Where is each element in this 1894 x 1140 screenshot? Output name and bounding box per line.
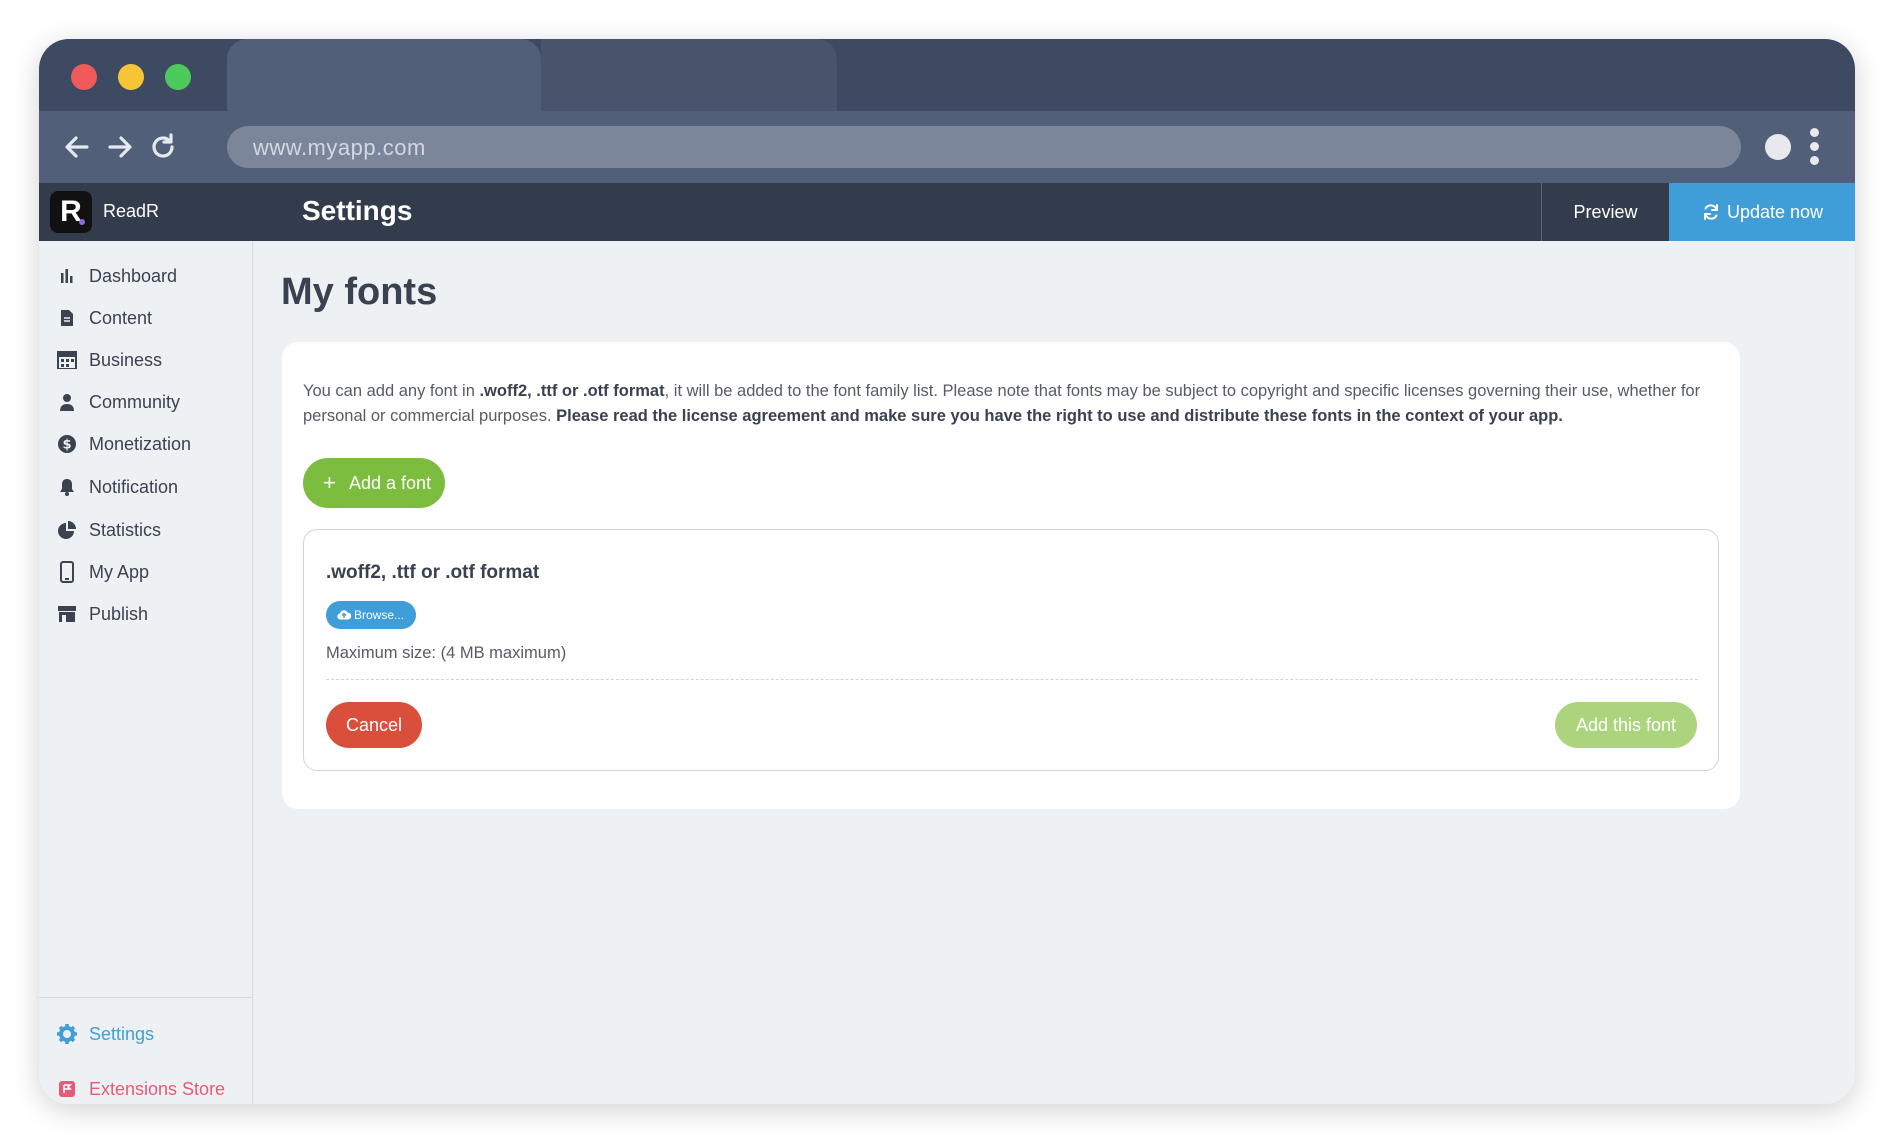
- browser-titlebar: [39, 39, 1855, 111]
- add-this-font-button[interactable]: Add this font: [1555, 702, 1697, 748]
- max-size-hint: Maximum size: (4 MB maximum): [326, 644, 567, 662]
- app-header: R ReadR Settings Preview Update now: [39, 183, 1855, 241]
- sidebar-item-label: Business: [89, 349, 163, 370]
- upload-format-title: .woff2, .ttf or .otf format: [326, 562, 540, 583]
- user-icon: [57, 392, 77, 412]
- sidebar-item-label: Statistics: [89, 519, 162, 540]
- sidebar-item-statistics[interactable]: Statistics: [57, 515, 161, 545]
- update-now-button[interactable]: Update now: [1669, 183, 1855, 241]
- logo-dot: [79, 219, 85, 225]
- update-now-label: Update now: [1726, 202, 1824, 222]
- sidebar-item-extensions-store[interactable]: Extensions Store: [57, 1074, 225, 1104]
- fonts-card: You can add any font in .woff2, .ttf or …: [282, 342, 1740, 809]
- browser-toolbar: www.myapp.com: [39, 111, 1855, 183]
- sidebar-item-label: Community: [89, 391, 181, 412]
- section-title: Settings: [302, 195, 413, 226]
- font-upload-panel: .woff2, .ttf or .otf format Browse... Ma…: [303, 529, 1719, 771]
- close-window-button[interactable]: [71, 64, 97, 90]
- storefront-icon: [57, 350, 77, 370]
- pie-chart-icon: [57, 520, 77, 540]
- sidebar-item-business[interactable]: Business: [57, 345, 162, 375]
- browse-button[interactable]: Browse...: [326, 601, 416, 629]
- bell-icon: [57, 477, 77, 497]
- sidebar-item-label: Monetization: [89, 433, 192, 454]
- sidebar-item-notification[interactable]: Notification: [57, 472, 178, 502]
- sidebar-item-label: Dashboard: [89, 265, 178, 286]
- sidebar-item-label: Publish: [89, 603, 149, 624]
- sidebar-item-publish[interactable]: Publish: [57, 599, 148, 629]
- sidebar: Dashboard Content Business Community $ M…: [39, 241, 253, 1104]
- document-icon: [57, 308, 77, 328]
- sidebar-item-my-app[interactable]: My App: [57, 557, 149, 587]
- cloud-upload-icon: [337, 610, 351, 620]
- sidebar-item-dashboard[interactable]: Dashboard: [57, 261, 177, 291]
- sidebar-item-label: Notification: [89, 476, 179, 497]
- cancel-button[interactable]: Cancel: [326, 702, 422, 748]
- sidebar-item-label: Content: [89, 307, 153, 328]
- extension-icon: [57, 1079, 77, 1099]
- browser-tab-active[interactable]: [227, 39, 541, 111]
- phone-icon: [57, 561, 77, 583]
- sidebar-item-community[interactable]: Community: [57, 387, 180, 417]
- desc-bold-license: Please read the license agreement and ma…: [556, 407, 1563, 425]
- maximize-window-button[interactable]: [165, 64, 191, 90]
- gear-icon: [57, 1024, 77, 1044]
- sidebar-item-label: Settings: [89, 1023, 155, 1044]
- svg-text:$: $: [62, 438, 71, 453]
- desc-text-1: You can add any font in: [303, 382, 480, 400]
- sidebar-item-label: My App: [89, 561, 150, 582]
- browser-tab[interactable]: [541, 39, 837, 111]
- sidebar-item-label: Extensions Store: [89, 1078, 226, 1099]
- url-text: www.myapp.com: [253, 135, 426, 160]
- desc-bold-format: .woff2, .ttf or .otf format: [479, 382, 665, 400]
- sidebar-item-monetization[interactable]: $ Monetization: [57, 429, 191, 459]
- sidebar-divider: [39, 997, 252, 998]
- reload-icon[interactable]: [145, 129, 181, 165]
- profile-avatar[interactable]: [1765, 134, 1791, 160]
- plus-icon: +: [323, 470, 336, 495]
- fonts-description: You can add any font in .woff2, .ttf or …: [303, 379, 1723, 429]
- minimize-window-button[interactable]: [118, 64, 144, 90]
- brand-name: ReadR: [103, 201, 160, 221]
- bar-chart-icon: [57, 266, 77, 286]
- back-arrow-icon[interactable]: [59, 129, 95, 165]
- dashed-divider: [326, 679, 1698, 680]
- dollar-icon: $: [57, 434, 77, 454]
- preview-button[interactable]: Preview: [1541, 183, 1669, 241]
- add-a-font-label: Add a font: [349, 473, 432, 493]
- sidebar-item-settings[interactable]: Settings: [57, 1019, 154, 1049]
- store-icon: [57, 604, 77, 624]
- sidebar-item-content[interactable]: Content: [57, 303, 152, 333]
- add-a-font-button[interactable]: + Add a font: [303, 458, 445, 508]
- app-logo[interactable]: R: [50, 191, 92, 233]
- browse-label: Browse...: [354, 608, 405, 622]
- browser-menu-icon[interactable]: [1810, 128, 1820, 166]
- browser-window: www.myapp.com R ReadR Settings Preview U…: [39, 39, 1855, 1104]
- address-bar[interactable]: www.myapp.com: [227, 126, 1741, 168]
- page-title: My fonts: [281, 271, 438, 313]
- forward-arrow-icon[interactable]: [102, 129, 138, 165]
- sync-icon: [1703, 204, 1718, 220]
